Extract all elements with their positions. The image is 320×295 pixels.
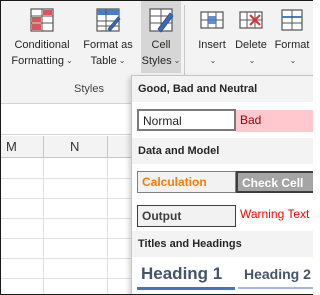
heading-1-underline [137,287,235,290]
gridline [1,218,131,219]
format-cells-icon [281,9,303,31]
conditional-formatting-label-line1: Conditional [14,39,70,51]
heading-2-underline [238,287,313,289]
excel-window: Conditional Formatting ⌄ Format as Table ⌄ [0,0,313,295]
format-label: Format [270,39,313,52]
style-heading-1[interactable]: Heading 1 [141,264,222,284]
style-output[interactable]: Output [137,205,236,227]
delete-label-text: Delete [235,39,267,51]
style-warning-text[interactable]: Warning Text [236,204,313,226]
format-button[interactable]: Format ⌄ [270,1,313,73]
format-as-table-icon [96,8,121,32]
gridline [1,198,131,199]
column-header-row: M N [1,136,131,158]
section-title-titles-headings: Titles and Headings [138,238,242,250]
column-divider[interactable] [43,136,44,158]
format-as-table-button[interactable]: Format as Table ⌄ [79,1,137,73]
conditional-formatting-label-text: Formatting [11,55,64,67]
format-label-text: Format [274,39,310,51]
cell-styles-button[interactable]: Cell Styles ⌄ [141,1,181,73]
cell-styles-label-text: Styles [141,55,172,67]
conditional-formatting-icon [30,8,54,32]
section-title-data-model: Data and Model [138,145,220,157]
delete-label: Delete [230,39,272,52]
chevron-down-icon: ⌄ [209,56,217,65]
chevron-down-icon: ⌄ [289,56,297,65]
column-header-n[interactable]: N [70,139,79,154]
insert-cells-icon [200,11,224,29]
cell-styles-label-line1: Cell [151,39,171,51]
conditional-formatting-button[interactable]: Conditional Formatting ⌄ [1,1,83,73]
style-normal[interactable]: Normal [137,109,236,131]
style-bad[interactable]: Bad [236,110,313,132]
style-heading-2[interactable]: Heading 2 [244,266,311,282]
insert-label: Insert [192,39,232,52]
gridline [1,238,131,239]
conditional-formatting-label-line2: Formatting ⌄ [1,54,83,68]
chevron-down-icon: ⌄ [118,56,126,65]
insert-label-text: Insert [198,39,226,51]
delete-chevron: ⌄ [230,54,272,68]
cell-styles-label-line2: Styles ⌄ [141,54,181,68]
gridline [1,258,131,259]
section-title-good-bad-neutral: Good, Bad and Neutral [138,83,258,95]
format-as-table-label-line2: Table ⌄ [79,54,137,68]
cell-styles-gallery: Good, Bad and Neutral Normal Bad Data an… [131,75,313,294]
insert-chevron: ⌄ [192,54,232,68]
formula-bar-area [1,105,131,135]
gridline [1,278,131,279]
insert-button[interactable]: Insert ⌄ [192,1,232,73]
column-header-m[interactable]: M [6,139,17,154]
cell-styles-icon [149,8,174,33]
delete-cells-icon [239,11,263,29]
chevron-down-icon: ⌄ [173,56,181,65]
column-divider[interactable] [107,136,108,158]
chevron-down-icon: ⌄ [248,56,256,65]
style-check-cell[interactable]: Check Cell [236,171,313,193]
format-as-table-label-line1: Format as [83,39,133,51]
format-chevron: ⌄ [270,54,313,68]
delete-button[interactable]: Delete ⌄ [230,1,272,73]
gridline [1,178,131,179]
style-calculation[interactable]: Calculation [137,171,236,193]
chevron-down-icon: ⌄ [65,56,73,65]
format-as-table-label-text: Table [90,55,117,67]
worksheet-grid[interactable]: M N [1,105,131,294]
